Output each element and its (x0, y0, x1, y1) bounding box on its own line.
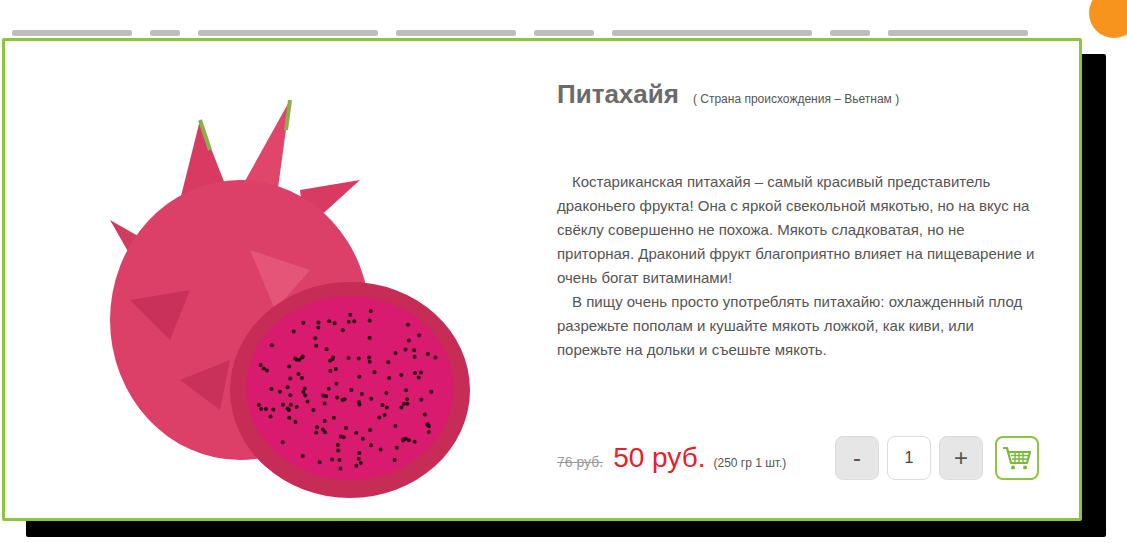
product-photo (5, 41, 535, 518)
corner-decoration (1089, 0, 1127, 38)
origin-country: ( Страна происхождения – Вьетнам ) (693, 90, 899, 108)
description-paragraph: В пищу очень просто употреблять питахайю… (557, 290, 1039, 362)
current-price: 50 руб. (613, 441, 705, 475)
product-info: Питахайя ( Страна происхождения – Вьетнам… (535, 41, 1079, 518)
old-price: 76 руб. (557, 452, 603, 473)
quantity-controls: -+ (835, 436, 1039, 480)
top-border-decoration (2, 30, 1082, 38)
price-unit: (250 гр 1 шт.) (713, 454, 786, 472)
product-heading: Питахайя ( Страна происхождения – Вьетнам… (557, 79, 1039, 110)
add-to-cart-button[interactable] (995, 436, 1039, 480)
product-title: Питахайя (557, 79, 679, 110)
product-card: Питахайя ( Страна происхождения – Вьетнам… (2, 38, 1082, 521)
price-row: 76 руб.50 руб.(250 гр 1 шт.)-+ (557, 436, 1039, 480)
product-description: Костариканская питахайя – самый красивый… (557, 170, 1039, 362)
plus-button[interactable]: + (939, 436, 983, 480)
description-paragraph: Костариканская питахайя – самый красивый… (557, 170, 1039, 290)
minus-button[interactable]: - (835, 436, 879, 480)
pitahaya-icon (60, 60, 480, 500)
quantity-input[interactable] (887, 436, 931, 480)
price-block: 76 руб. 50 руб. (250 гр 1 шт.) (557, 441, 786, 475)
cart-icon (1002, 445, 1032, 471)
